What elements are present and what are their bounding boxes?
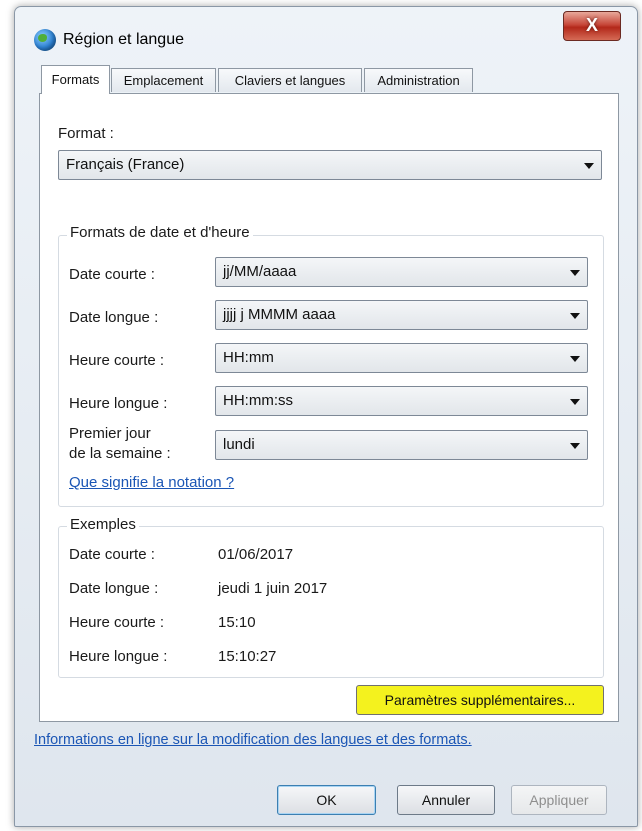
long-time-select[interactable]: HH:mm:ss (215, 386, 588, 416)
close-icon: X (585, 15, 598, 35)
tab-claviers-langues[interactable]: Claviers et langues (218, 68, 362, 92)
examples-title: Exemples (67, 516, 139, 533)
additional-settings-button[interactable]: Paramètres supplémentaires... (356, 685, 604, 715)
window-title: Région et langue (63, 31, 184, 48)
first-day-select[interactable]: lundi (215, 430, 588, 460)
tab-emplacement[interactable]: Emplacement (111, 68, 216, 92)
first-day-label-line2: de la semaine : (69, 445, 171, 462)
chevron-down-icon (570, 443, 580, 449)
short-time-value: HH:mm (223, 349, 274, 366)
example-long-time-label: Heure longue : (69, 648, 168, 665)
region-language-dialog: Région et langue X Formats Emplacement C… (14, 6, 638, 827)
long-date-value: jjjj j MMMM aaaa (223, 306, 336, 323)
format-value: Français (France) (66, 156, 185, 173)
ok-button[interactable]: OK (277, 785, 376, 815)
long-date-label: Date longue : (69, 309, 159, 326)
format-select[interactable]: Français (France) (58, 150, 602, 180)
example-short-date-label: Date courte : (69, 546, 155, 563)
short-date-value: jj/MM/aaaa (223, 263, 297, 280)
close-button[interactable]: X (563, 11, 621, 41)
long-time-label: Heure longue : (69, 395, 168, 412)
long-time-value: HH:mm:ss (223, 392, 293, 409)
tab-formats[interactable]: Formats (41, 65, 110, 94)
example-long-date-value: jeudi 1 juin 2017 (218, 580, 328, 597)
first-day-label-line1: Premier jour (69, 425, 151, 442)
short-date-label: Date courte : (69, 266, 155, 283)
apply-button[interactable]: Appliquer (511, 785, 607, 815)
example-long-date-label: Date longue : (69, 580, 159, 597)
short-time-label: Heure courte : (69, 352, 165, 369)
notation-help-link[interactable]: Que signifie la notation ? (69, 474, 234, 491)
chevron-down-icon (570, 270, 580, 276)
first-day-value: lundi (223, 436, 255, 453)
date-time-formats-title: Formats de date et d'heure (67, 224, 253, 241)
short-time-select[interactable]: HH:mm (215, 343, 588, 373)
example-short-date-value: 01/06/2017 (218, 546, 294, 563)
chevron-down-icon (584, 163, 594, 169)
example-short-time-label: Heure courte : (69, 614, 165, 631)
chevron-down-icon (570, 313, 580, 319)
formats-panel: Format : Français (France) Formats de da… (39, 93, 619, 722)
tab-administration[interactable]: Administration (364, 68, 473, 92)
chevron-down-icon (570, 356, 580, 362)
example-long-time-value: 15:10:27 (218, 648, 277, 665)
short-date-select[interactable]: jj/MM/aaaa (215, 257, 588, 287)
example-short-time-value: 15:10 (218, 614, 256, 631)
cancel-button[interactable]: Annuler (397, 785, 495, 815)
format-label: Format : (58, 125, 114, 142)
long-date-select[interactable]: jjjj j MMMM aaaa (215, 300, 588, 330)
title-bar: Région et langue X (15, 7, 637, 63)
online-info-link[interactable]: Informations en ligne sur la modificatio… (34, 732, 472, 748)
chevron-down-icon (570, 399, 580, 405)
globe-icon (34, 29, 56, 51)
